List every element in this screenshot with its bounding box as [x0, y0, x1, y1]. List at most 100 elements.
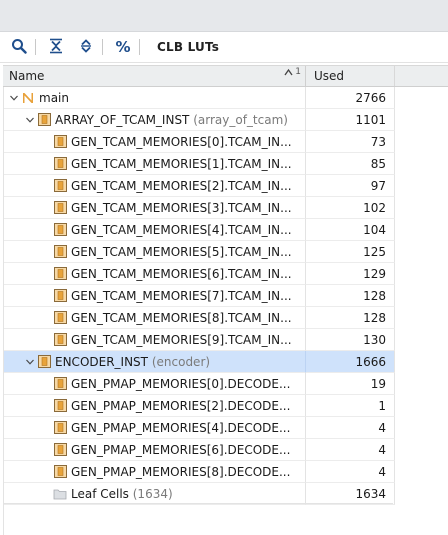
row-label: ENCODER_INST [55, 354, 149, 369]
used-cell: 4 [306, 417, 395, 439]
name-cell[interactable]: GEN_PMAP_MEMORIES[4].DECODE... [3, 417, 306, 439]
chevron-down-icon[interactable] [7, 93, 21, 103]
row-label: GEN_TCAM_MEMORIES[5].TCAM_IN... [71, 244, 292, 259]
utilization-table: Name 1 Used main 2766 ARRAY_OF_TCAM_INST (… [3, 65, 448, 505]
row-label: ARRAY_OF_TCAM_INST [55, 112, 190, 127]
table-row[interactable]: GEN_PMAP_MEMORIES[6].DECODE... 4 [3, 439, 448, 461]
row-filler [395, 175, 448, 197]
used-cell: 102 [306, 197, 395, 219]
table-row[interactable]: GEN_PMAP_MEMORIES[8].DECODE... 4 [3, 461, 448, 483]
instance-icon [53, 443, 67, 457]
table-row[interactable]: ENCODER_INST (encoder) 1666 [3, 351, 448, 373]
table-row[interactable]: GEN_PMAP_MEMORIES[4].DECODE... 4 [3, 417, 448, 439]
row-filler [395, 439, 448, 461]
row-filler [395, 263, 448, 285]
name-cell[interactable]: GEN_PMAP_MEMORIES[6].DECODE... [3, 439, 306, 461]
table-body: main 2766 ARRAY_OF_TCAM_INST (array_of_tca… [3, 87, 448, 505]
chevron-down-icon[interactable] [23, 115, 37, 125]
name-cell[interactable]: GEN_TCAM_MEMORIES[4].TCAM_IN... [3, 219, 306, 241]
row-filler [395, 483, 448, 505]
toolbar: % CLB LUTs [0, 32, 448, 63]
name-cell[interactable]: GEN_TCAM_MEMORIES[1].TCAM_IN... [3, 153, 306, 175]
table-row[interactable]: GEN_TCAM_MEMORIES[0].TCAM_IN... 73 [3, 131, 448, 153]
row-label: GEN_PMAP_MEMORIES[2].DECODE... [71, 398, 291, 413]
name-cell[interactable]: GEN_TCAM_MEMORIES[0].TCAM_IN... [3, 131, 306, 153]
instance-icon [53, 465, 67, 479]
table-row[interactable]: main 2766 [3, 87, 448, 109]
row-label: GEN_TCAM_MEMORIES[8].TCAM_IN... [71, 310, 292, 325]
column-header-name-label: Name [9, 69, 45, 83]
row-filler [395, 395, 448, 417]
instance-icon [53, 223, 67, 237]
name-cell[interactable]: GEN_TCAM_MEMORIES[5].TCAM_IN... [3, 241, 306, 263]
used-cell: 4 [306, 439, 395, 461]
instance-icon [53, 289, 67, 303]
row-label: Leaf Cells [71, 486, 129, 501]
name-cell[interactable]: ENCODER_INST (encoder) [3, 351, 306, 373]
table-header: Name 1 Used [3, 65, 448, 87]
name-cell[interactable]: GEN_TCAM_MEMORIES[6].TCAM_IN... [3, 263, 306, 285]
name-cell[interactable]: GEN_PMAP_MEMORIES[2].DECODE... [3, 395, 306, 417]
used-cell: 97 [306, 175, 395, 197]
folder-icon [53, 487, 67, 501]
column-header-name[interactable]: Name 1 [3, 66, 306, 86]
table-row[interactable]: GEN_PMAP_MEMORIES[2].DECODE... 1 [3, 395, 448, 417]
toolbar-separator [35, 39, 36, 55]
row-filler [395, 153, 448, 175]
expand-all-button[interactable] [73, 34, 99, 60]
chevron-down-icon[interactable] [23, 357, 37, 367]
row-filler [395, 197, 448, 219]
used-cell: 104 [306, 219, 395, 241]
table-row[interactable]: GEN_TCAM_MEMORIES[4].TCAM_IN... 104 [3, 219, 448, 241]
name-cell[interactable]: GEN_PMAP_MEMORIES[8].DECODE... [3, 461, 306, 483]
used-cell: 19 [306, 373, 395, 395]
table-row[interactable]: GEN_TCAM_MEMORIES[1].TCAM_IN... 85 [3, 153, 448, 175]
table-row[interactable]: GEN_TCAM_MEMORIES[8].TCAM_IN... 128 [3, 307, 448, 329]
column-header-used-label: Used [314, 69, 345, 83]
row-label: GEN_PMAP_MEMORIES[8].DECODE... [71, 464, 291, 479]
instance-icon [53, 135, 67, 149]
table-row[interactable]: GEN_TCAM_MEMORIES[5].TCAM_IN... 125 [3, 241, 448, 263]
name-cell[interactable]: GEN_TCAM_MEMORIES[2].TCAM_IN... [3, 175, 306, 197]
collapse-all-button[interactable] [43, 34, 69, 60]
name-cell[interactable]: GEN_TCAM_MEMORIES[3].TCAM_IN... [3, 197, 306, 219]
name-cell[interactable]: GEN_TCAM_MEMORIES[7].TCAM_IN... [3, 285, 306, 307]
row-label: GEN_PMAP_MEMORIES[4].DECODE... [71, 420, 291, 435]
search-button[interactable] [6, 34, 32, 60]
table-row[interactable]: GEN_TCAM_MEMORIES[2].TCAM_IN... 97 [3, 175, 448, 197]
row-filler [395, 329, 448, 351]
table-left-border [3, 87, 4, 535]
name-cell[interactable]: GEN_TCAM_MEMORIES[8].TCAM_IN... [3, 307, 306, 329]
collapse-all-icon [48, 38, 64, 57]
row-label: main [39, 90, 69, 105]
row-label: GEN_TCAM_MEMORIES[6].TCAM_IN... [71, 266, 292, 281]
name-cell[interactable]: GEN_PMAP_MEMORIES[0].DECODE... [3, 373, 306, 395]
used-cell: 85 [306, 153, 395, 175]
row-label: GEN_PMAP_MEMORIES[0].DECODE... [71, 376, 291, 391]
n-cell-icon [21, 91, 35, 105]
table-row[interactable]: GEN_TCAM_MEMORIES[6].TCAM_IN... 129 [3, 263, 448, 285]
name-cell[interactable]: Leaf Cells (1634) [3, 483, 306, 505]
instance-icon [53, 377, 67, 391]
name-cell[interactable]: ARRAY_OF_TCAM_INST (array_of_tcam) [3, 109, 306, 131]
instance-icon [37, 355, 51, 369]
table-row[interactable]: Leaf Cells (1634) 1634 [3, 483, 448, 505]
row-filler [395, 417, 448, 439]
toolbar-separator [139, 39, 140, 55]
table-row[interactable]: GEN_TCAM_MEMORIES[7].TCAM_IN... 128 [3, 285, 448, 307]
table-row[interactable]: GEN_TCAM_MEMORIES[3].TCAM_IN... 102 [3, 197, 448, 219]
row-filler [395, 351, 448, 373]
table-row[interactable]: GEN_PMAP_MEMORIES[0].DECODE... 19 [3, 373, 448, 395]
name-cell[interactable]: GEN_TCAM_MEMORIES[9].TCAM_IN... [3, 329, 306, 351]
row-label: GEN_TCAM_MEMORIES[4].TCAM_IN... [71, 222, 292, 237]
used-cell: 128 [306, 307, 395, 329]
table-row[interactable]: ARRAY_OF_TCAM_INST (array_of_tcam) 1101 [3, 109, 448, 131]
table-row[interactable]: GEN_TCAM_MEMORIES[9].TCAM_IN... 130 [3, 329, 448, 351]
column-header-used[interactable]: Used [306, 66, 395, 86]
name-cell[interactable]: main [3, 87, 306, 109]
metric-label: CLB LUTs [157, 40, 220, 54]
search-icon [11, 38, 27, 57]
percent-toggle-button[interactable]: % [110, 34, 136, 60]
used-cell: 2766 [306, 87, 395, 109]
instance-icon [53, 201, 67, 215]
